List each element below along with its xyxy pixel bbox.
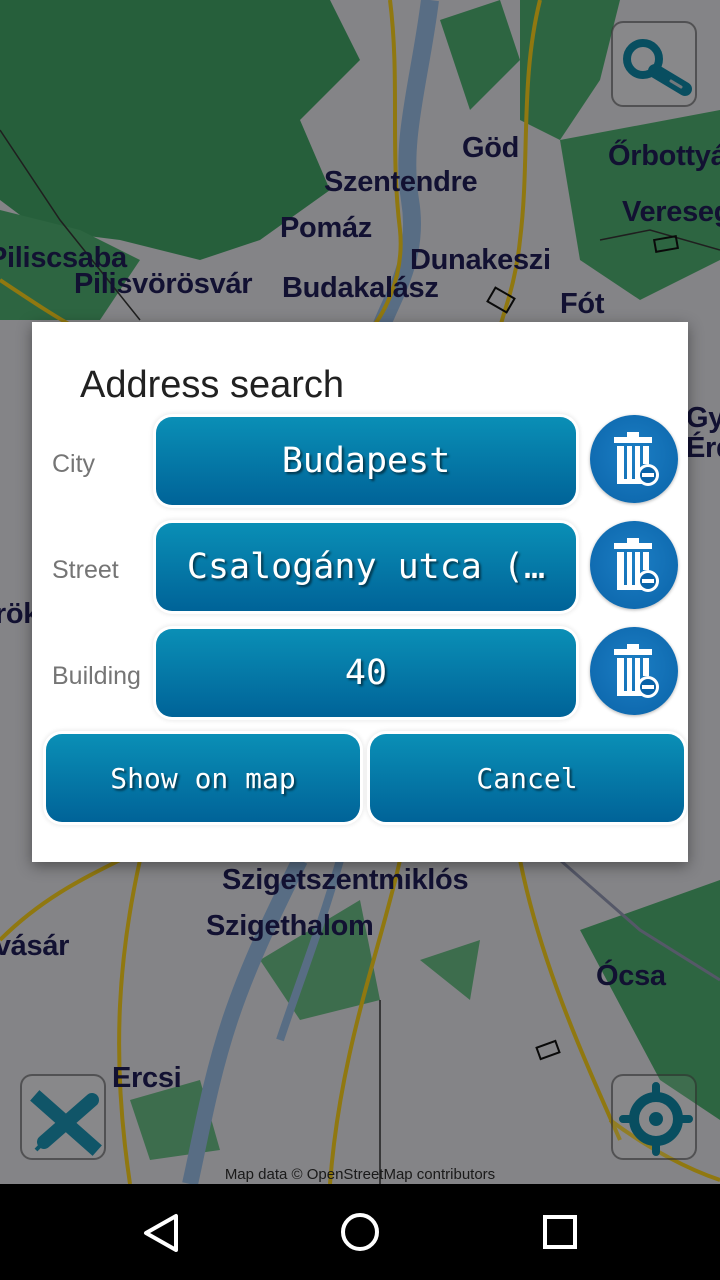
home-icon[interactable] [340,1212,382,1254]
building-field[interactable]: 40 [156,629,576,717]
trash-delete-icon [614,432,659,486]
clear-city-button[interactable] [590,415,678,503]
address-search-dialog: Address search City Budapest Street Csal… [32,322,688,862]
building-label: Building [52,662,141,690]
dialog-title: Address search [80,364,345,406]
street-label: Street [52,556,119,584]
trash-delete-icon [614,538,659,592]
street-field[interactable]: Csalogány utca (… [156,523,576,611]
show-on-map-button[interactable]: Show on map [46,734,360,822]
city-field[interactable]: Budapest [156,417,576,505]
cancel-button[interactable]: Cancel [370,734,684,822]
trash-delete-icon [614,644,659,698]
system-navigation-bar [0,1184,720,1280]
clear-building-button[interactable] [590,627,678,715]
back-icon[interactable] [140,1212,182,1254]
clear-street-button[interactable] [590,521,678,609]
recents-icon[interactable] [542,1214,580,1252]
city-label: City [52,450,96,478]
